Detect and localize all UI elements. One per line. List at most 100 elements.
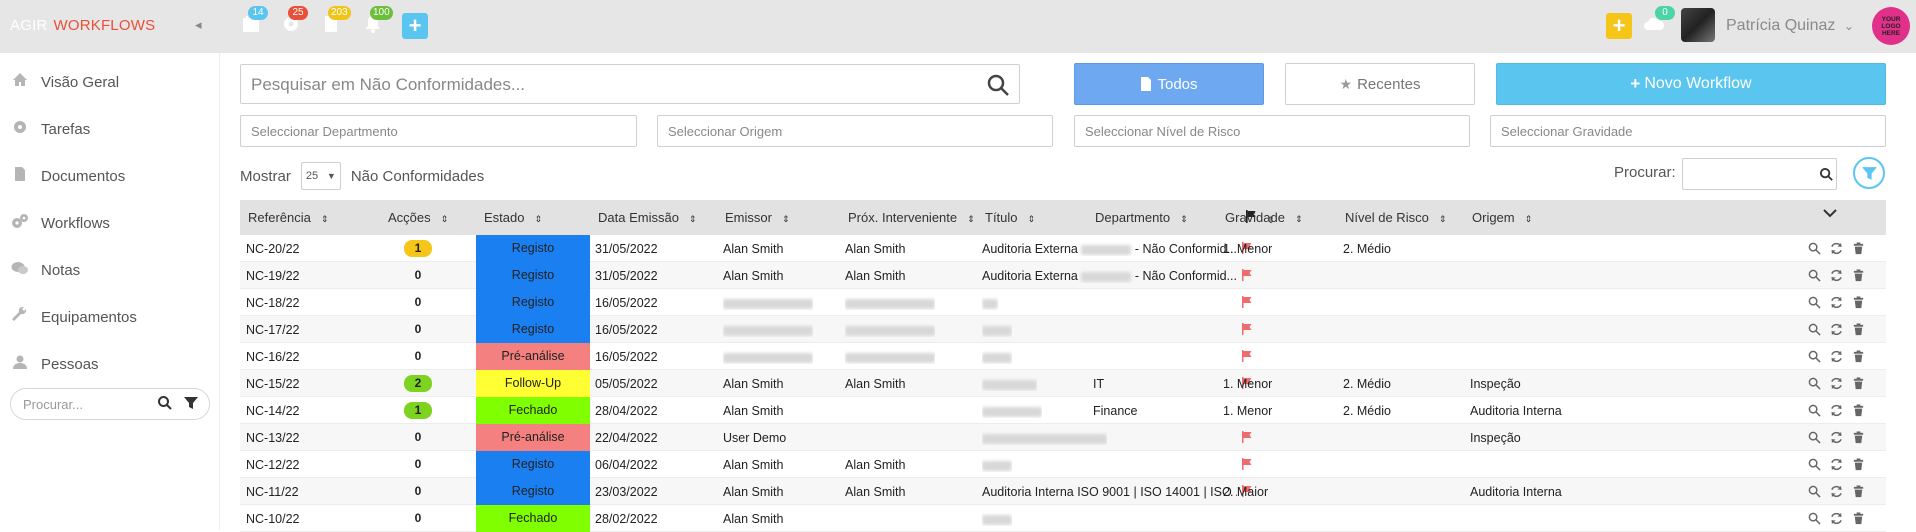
cell-referencia[interactable]: NC-20/22 (246, 242, 300, 256)
cell-referencia[interactable]: NC-15/22 (246, 377, 300, 391)
view-icon[interactable] (1808, 323, 1821, 336)
refresh-icon[interactable] (1830, 404, 1843, 417)
table-row[interactable]: NC-10/22 0 Fechado 28/02/2022 Alan Smith (240, 505, 1886, 532)
add-plus-icon[interactable]: + (402, 13, 428, 39)
view-icon[interactable] (1808, 512, 1821, 525)
table-row[interactable]: NC-16/22 0 Pré-análise 16/05/2022 (240, 343, 1886, 370)
refresh-icon[interactable] (1830, 296, 1843, 309)
cell-referencia[interactable]: NC-18/22 (246, 296, 300, 310)
cell-titulo-redacted[interactable] (982, 431, 1107, 445)
novo-workflow-button[interactable]: + Novo Workflow (1496, 63, 1886, 105)
header-accoes[interactable]: Acções ⇕ (388, 210, 448, 225)
cell-referencia[interactable]: NC-13/22 (246, 431, 300, 445)
header-departamento[interactable]: Departmento ⇕ (1095, 210, 1188, 225)
view-icon[interactable] (1808, 242, 1821, 255)
departamento-select[interactable]: Seleccionar Departmento (240, 115, 637, 147)
trash-icon[interactable] (1852, 323, 1865, 336)
sidebar-item-pessoas[interactable]: Pessoas (10, 349, 210, 379)
user-menu[interactable]: Patrícia Quinaz ⌄ (1726, 17, 1854, 35)
trash-icon[interactable] (1852, 458, 1865, 471)
trash-icon[interactable] (1852, 296, 1865, 309)
table-row[interactable]: NC-12/22 0 Registo 06/04/2022 Alan Smith Alan… (240, 451, 1886, 478)
calendar-icon[interactable]: 14 (240, 6, 268, 36)
todos-button[interactable]: Todos (1074, 63, 1264, 105)
table-row[interactable]: NC-14/22 1 Fechado 28/04/2022 Alan Smith Fina… (240, 397, 1886, 424)
flag-icon[interactable] (1241, 431, 1253, 443)
view-icon[interactable] (1808, 269, 1821, 282)
sidebar-item-tarefas[interactable]: Tarefas (10, 114, 210, 144)
table-row[interactable]: NC-18/22 0 Registo 16/05/2022 (240, 289, 1886, 316)
gravidade-select[interactable]: Seleccionar Gravidade (1490, 115, 1886, 147)
cell-referencia[interactable]: NC-17/22 (246, 323, 300, 337)
refresh-icon[interactable] (1830, 269, 1843, 282)
cell-referencia[interactable]: NC-11/22 (246, 485, 299, 499)
cell-titulo[interactable]: Auditoria Interna ISO 9001 | ISO 14001 |… (982, 485, 1237, 499)
cell-titulo-redacted[interactable] (982, 350, 1012, 364)
trash-icon[interactable] (1852, 512, 1865, 525)
trash-icon[interactable] (1852, 269, 1865, 282)
cloud-icon[interactable]: 0 (1643, 6, 1675, 36)
sidebar-item-workflows[interactable]: Workflows (10, 208, 210, 238)
table-row[interactable]: NC-11/22 0 Registo 23/03/2022 Alan Smith Alan… (240, 478, 1886, 505)
cell-titulo-redacted[interactable] (982, 512, 1012, 526)
column-toggle-chevron-icon[interactable] (1823, 206, 1837, 221)
table-row[interactable]: NC-17/22 0 Registo 16/05/2022 (240, 316, 1886, 343)
view-icon[interactable] (1808, 377, 1821, 390)
header-gravidade[interactable]: Gravidade ⇕ (1225, 210, 1303, 225)
header-emissor[interactable]: Emissor ⇕ (725, 210, 790, 225)
view-icon[interactable] (1808, 350, 1821, 363)
cell-referencia[interactable]: NC-19/22 (246, 269, 300, 283)
recentes-button[interactable]: ★ Recentes (1285, 63, 1475, 105)
refresh-icon[interactable] (1830, 485, 1843, 498)
cell-titulo[interactable]: Auditoria Externa - Não Conformid... (982, 242, 1237, 256)
cell-referencia[interactable]: NC-10/22 (246, 512, 300, 526)
view-icon[interactable] (1808, 458, 1821, 471)
cell-referencia[interactable]: NC-12/22 (246, 458, 300, 472)
cell-titulo[interactable]: Auditoria Externa - Não Conformid... (982, 269, 1237, 283)
cell-referencia[interactable]: NC-16/22 (246, 350, 300, 364)
avatar[interactable] (1681, 8, 1715, 42)
refresh-icon[interactable] (1830, 377, 1843, 390)
flag-icon[interactable] (1241, 296, 1253, 308)
refresh-icon[interactable] (1830, 431, 1843, 444)
quick-add-icon[interactable]: + (1606, 13, 1632, 39)
refresh-icon[interactable] (1830, 242, 1843, 255)
header-nivel-risco[interactable]: Nível de Risco ⇕ (1345, 210, 1446, 225)
table-row[interactable]: NC-20/22 1 Registo 31/05/2022 Alan Smith Alan… (240, 235, 1886, 262)
advanced-filter-button[interactable] (1853, 157, 1885, 189)
filter-icon[interactable] (183, 395, 199, 411)
cell-titulo-redacted[interactable] (982, 323, 1012, 337)
header-origem[interactable]: Origem ⇕ (1472, 210, 1532, 225)
view-icon[interactable] (1808, 296, 1821, 309)
header-data-emissao[interactable]: Data Emissão ⇕ (598, 210, 696, 225)
trash-icon[interactable] (1852, 431, 1865, 444)
cell-titulo-redacted[interactable] (982, 458, 1012, 472)
refresh-icon[interactable] (1830, 512, 1843, 525)
cell-referencia[interactable]: NC-14/22 (246, 404, 300, 418)
cell-titulo-redacted[interactable] (982, 296, 998, 310)
refresh-icon[interactable] (1830, 323, 1843, 336)
view-icon[interactable] (1808, 431, 1821, 444)
flag-icon[interactable] (1241, 350, 1253, 362)
header-prox-interveniente[interactable]: Próx. Interveniente ⇕ (848, 210, 975, 225)
table-search-input[interactable] (1682, 158, 1837, 190)
collapse-sidebar-icon[interactable]: ◂ (195, 17, 202, 33)
sidebar-item-notas[interactable]: Notas (10, 255, 210, 285)
table-row[interactable]: NC-13/22 0 Pré-análise 22/04/2022 User Demo I… (240, 424, 1886, 451)
page-length-select[interactable]: 25 ▼ (300, 162, 341, 190)
cell-titulo-redacted[interactable] (982, 404, 1042, 418)
main-search-input[interactable] (251, 74, 951, 96)
table-row[interactable]: NC-15/22 2 Follow-Up 05/05/2022 Alan Smith Al… (240, 370, 1886, 397)
trash-icon[interactable] (1852, 350, 1865, 363)
bell-icon[interactable]: 100 (362, 6, 393, 36)
view-icon[interactable] (1808, 404, 1821, 417)
sidebar-item-visao-geral[interactable]: Visão Geral (10, 67, 210, 97)
trash-icon[interactable] (1852, 242, 1865, 255)
flag-icon[interactable] (1241, 323, 1253, 335)
nivel-risco-select[interactable]: Seleccionar Nível de Risco (1074, 115, 1470, 147)
refresh-icon[interactable] (1830, 350, 1843, 363)
search-icon[interactable] (986, 73, 1010, 97)
search-icon[interactable] (1819, 167, 1834, 182)
cell-titulo-redacted[interactable] (982, 377, 1037, 391)
table-row[interactable]: NC-19/22 0 Registo 31/05/2022 Alan Smith Alan… (240, 262, 1886, 289)
